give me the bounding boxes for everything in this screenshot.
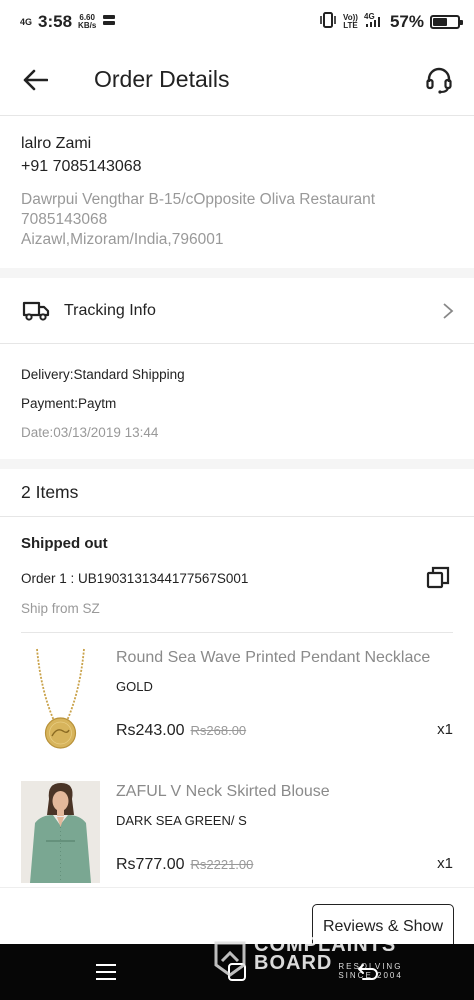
section-divider [0,459,474,469]
address-line-1: Dawrpui Vengthar B-15/cOpposite Oliva Re… [21,191,376,208]
product-item: Round Sea Wave Printed Pendant Necklace … [0,633,474,749]
product-quantity: x1 [437,721,453,738]
svg-text:4G: 4G [364,12,375,21]
status-bar: 4G 3:58 6.60 KB/s Vo)) LTE 4G 57% [0,0,474,44]
ship-from: Ship from SZ [21,601,453,633]
product-list: Round Sea Wave Printed Pendant Necklace … [0,633,474,887]
order-date: Date:03/13/2019 13:44 [21,425,159,440]
network-speed-unit: KB/s [78,21,97,30]
network-speed: 6.60 KB/s [78,14,96,30]
watermark-tagline-2: SINCE 2004 [338,971,403,980]
watermark-tagline: RESOLVING SINCE 2004 [338,962,402,980]
tracking-info-label: Tracking Info [64,301,156,319]
order-number-row: Order 1 : UB1903131344177567S001 [21,565,453,591]
product-original-price: Rs268.00 [190,723,247,738]
battery-icon [430,15,463,29]
tracking-info-row[interactable]: Tracking Info [0,278,474,344]
menu-nav-button[interactable] [86,952,126,992]
truck-icon [22,301,50,321]
complaints-board-watermark: COMPLAINTS BOARD RESOLVING SINCE 2004 [212,935,403,980]
watermark-text: COMPLAINTS BOARD RESOLVING SINCE 2004 [254,935,403,980]
status-left: 4G 3:58 6.60 KB/s [20,12,116,32]
price-row: Rs777.00 Rs2221.00 [116,856,453,874]
order-number: Order 1 : UB1903131344177567S001 [21,570,249,586]
order-info: Delivery:Standard Shipping Payment:Paytm… [0,344,474,459]
network-type: 4G [20,16,33,27]
menu-icon [95,964,116,980]
clock: 3:58 [38,12,73,31]
payment-method: Payment:Paytm [21,396,117,411]
product-image-necklace[interactable] [21,647,100,749]
product-variant: DARK SEA GREEN/ S [116,813,247,828]
product-quantity: x1 [437,855,453,872]
address-line-3: Aizawl,Mizoram/India,796001 [21,231,224,248]
address-line-2: 7085143068 [21,211,108,228]
product-image-blouse[interactable] [21,781,100,883]
product-price: Rs243.00 [116,722,185,739]
status-right: Vo)) LTE 4G 57% [319,11,463,33]
chevron-right-icon [443,302,454,319]
battery-percent: 57% [389,12,424,31]
product-name[interactable]: ZAFUL V Neck Skirted Blouse [116,781,453,803]
customer-support-button[interactable] [422,63,456,97]
delivery-method: Delivery:Standard Shipping [21,367,185,382]
page-title: Order Details [94,66,230,92]
copy-order-button[interactable] [425,565,451,591]
section-divider [0,268,474,278]
back-button[interactable] [18,63,52,97]
product-original-price: Rs2221.00 [190,857,254,872]
product-price: Rs777.00 [116,856,185,873]
recipient-name: lalro Zami [21,135,92,152]
product-item: ZAFUL V Neck Skirted Blouse DARK SEA GRE… [0,749,474,883]
volte-line2: LTE [343,21,358,30]
price-row: Rs243.00 Rs268.00 [116,722,453,740]
product-variant: GOLD [116,679,153,694]
items-count: 2 Items [0,469,474,517]
shipment-block: Shipped out Order 1 : UB1903131344177567… [0,517,474,633]
copy-icon [426,566,450,589]
volte-indicator: Vo)) LTE [343,14,358,30]
signal-icon: 4G [364,12,384,33]
watermark-tagline-1: RESOLVING [338,962,403,971]
watermark-line2: BOARD [254,952,333,974]
recipient-phone: +91 7085143068 [21,158,142,175]
arrow-left-icon [23,69,48,90]
product-name[interactable]: Round Sea Wave Printed Pendant Necklace [116,647,453,669]
battery-level [433,18,447,26]
headset-icon [426,67,452,94]
product-details: Round Sea Wave Printed Pendant Necklace … [116,647,453,749]
vibrate-icon [319,11,337,33]
complaints-board-logo-icon [214,941,246,977]
storage-icon [102,12,116,32]
app-header: Order Details [0,44,474,116]
shipping-address: lalro Zami +91 7085143068 Dawrpui Vength… [0,116,474,268]
watermark-line2-row: BOARD RESOLVING SINCE 2004 [254,952,403,980]
shipment-status: Shipped out [21,535,108,552]
product-details: ZAFUL V Neck Skirted Blouse DARK SEA GRE… [116,781,453,883]
